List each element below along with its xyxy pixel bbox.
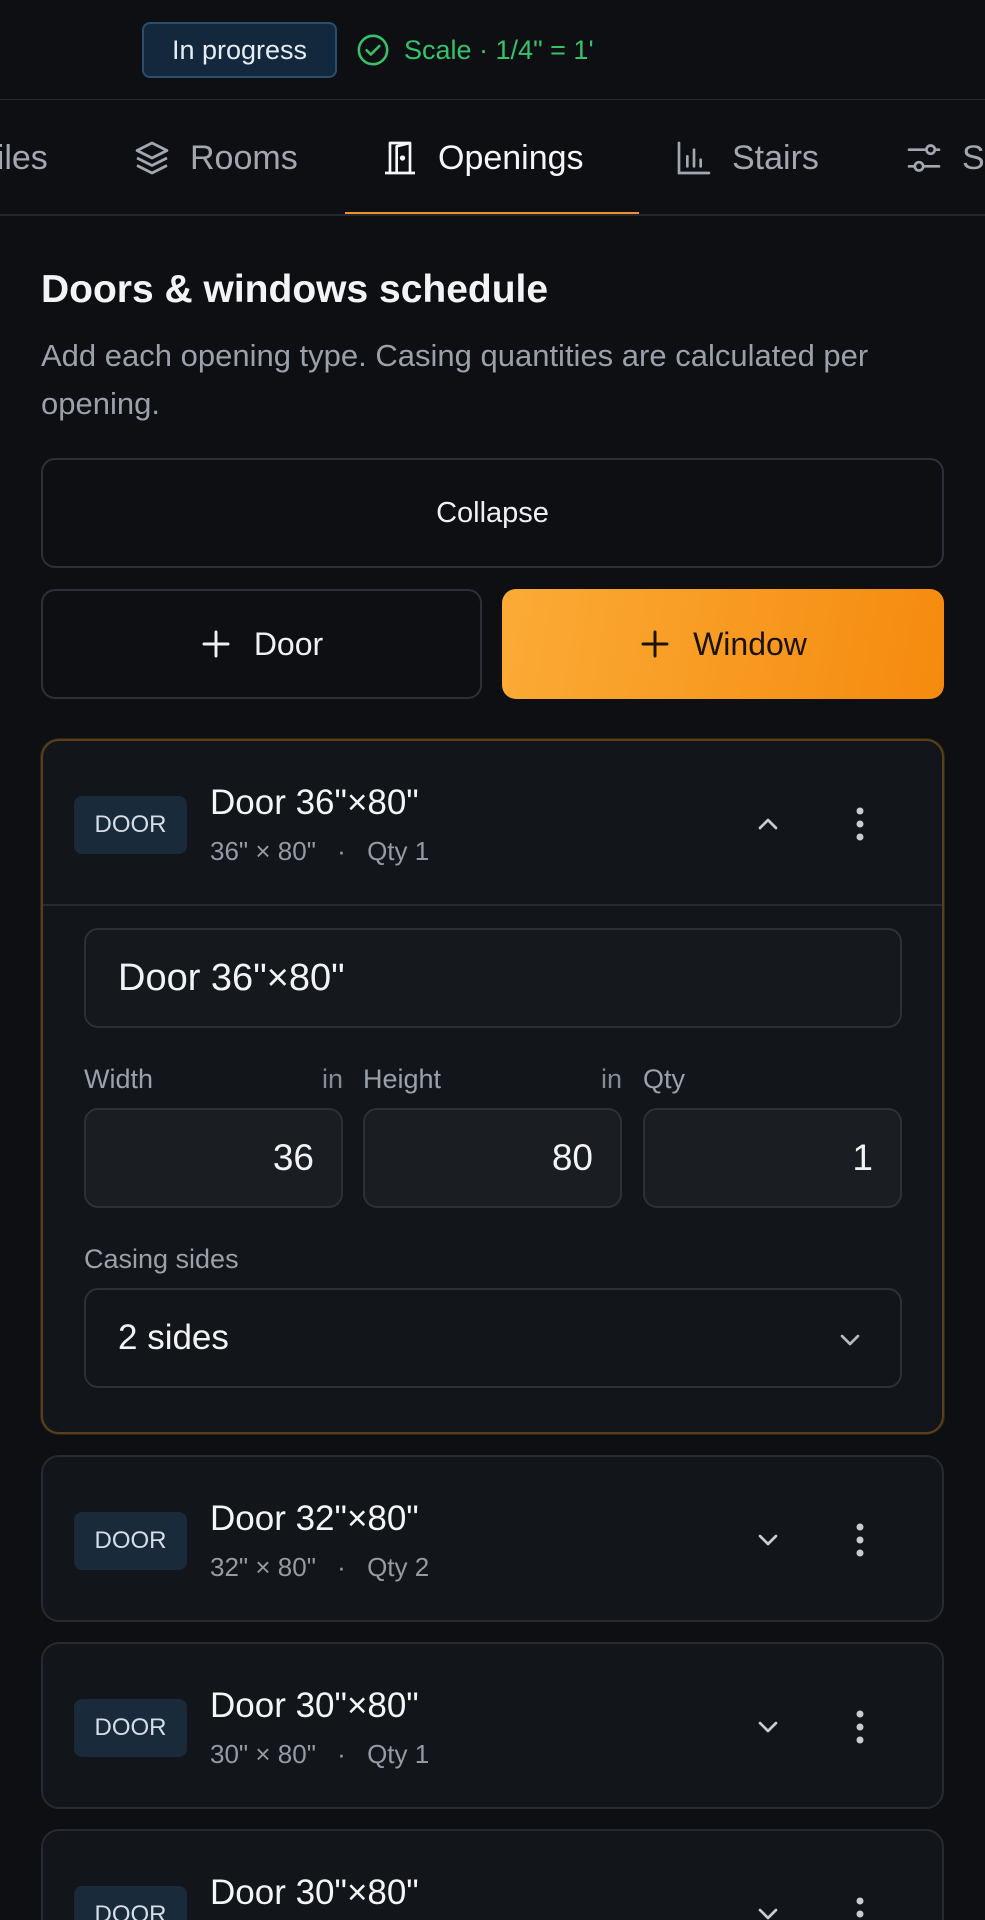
opening-name-input[interactable]: Door 36"×80" xyxy=(84,928,902,1028)
status-bar: In progress Scale · 1/4" = 1' xyxy=(0,0,985,100)
collapse-card-button[interactable] xyxy=(743,799,793,849)
tab-label: Stairs xyxy=(732,138,819,177)
more-options-button[interactable] xyxy=(835,1515,885,1565)
scale-label: Scale · 1/4" = 1' xyxy=(404,34,594,65)
door-icon xyxy=(385,141,415,175)
more-vertical-icon xyxy=(856,1523,864,1557)
opening-card: DOOR Door 30"×80" xyxy=(41,1829,944,1920)
tab-label: Rooms xyxy=(190,138,298,177)
more-vertical-icon xyxy=(856,1897,864,1918)
casing-sides-label: Casing sides xyxy=(84,1244,239,1274)
more-options-button[interactable] xyxy=(835,1702,885,1752)
card-header[interactable]: DOOR Door 30"×80" xyxy=(43,1831,942,1920)
tab-label: Settings xyxy=(962,138,985,177)
card-qty: Qty 1 xyxy=(367,1739,430,1769)
casing-sides-select[interactable]: 2 sides xyxy=(84,1288,902,1388)
chevron-down-icon xyxy=(758,1908,778,1920)
app-page: In progress Scale · 1/4" = 1' Files Room… xyxy=(0,0,985,1920)
section-description: Add each opening type. Casing quantities… xyxy=(41,338,869,421)
check-circle-icon xyxy=(357,34,389,66)
add-window-button[interactable]: Window xyxy=(502,589,944,699)
tab-files[interactable]: Files xyxy=(0,100,48,214)
chevron-down-icon xyxy=(758,1534,778,1546)
card-subtitle: 32" × 80" · Qty 2 xyxy=(210,1552,429,1583)
layers-icon xyxy=(135,141,169,175)
qty-input[interactable]: 1 xyxy=(643,1108,902,1208)
card-title: Door 32"×80" xyxy=(210,1499,419,1538)
card-header[interactable]: DOOR Door 36"×80" 36" × 80" · Qty 1 xyxy=(43,741,942,904)
scale-indicator: Scale · 1/4" = 1' xyxy=(356,22,594,78)
plus-icon xyxy=(202,630,230,658)
card-qty: Qty 2 xyxy=(367,1552,430,1582)
height-label: Height xyxy=(363,1064,442,1094)
chevron-down-icon xyxy=(840,1334,860,1346)
card-title: Door 36"×80" xyxy=(210,783,419,822)
casing-sides-value: 2 sides xyxy=(118,1318,229,1357)
more-vertical-icon xyxy=(856,1710,864,1744)
section-title: Doors & windows schedule xyxy=(41,268,549,311)
type-badge: DOOR xyxy=(74,1512,187,1570)
active-tab-indicator xyxy=(345,212,639,214)
more-options-button[interactable] xyxy=(835,1889,885,1920)
status-badge[interactable]: In progress xyxy=(142,22,337,78)
card-header[interactable]: DOOR Door 32"×80" 32" × 80" · Qty 2 xyxy=(43,1457,942,1620)
collapse-button[interactable]: Collapse xyxy=(41,458,944,568)
tab-stairs[interactable]: Stairs xyxy=(674,100,819,214)
separator-dot: · xyxy=(337,1739,346,1769)
expand-card-button[interactable] xyxy=(743,1702,793,1752)
separator-dot: · xyxy=(337,836,346,866)
separator-dot: · xyxy=(337,1552,346,1582)
height-input[interactable]: 80 xyxy=(363,1108,622,1208)
tab-label: Files xyxy=(0,138,48,177)
card-dimensions: 36" × 80" xyxy=(210,836,316,866)
plus-icon xyxy=(641,630,669,658)
card-dimensions: 30" × 80" xyxy=(210,1739,316,1769)
tab-settings[interactable]: Settings xyxy=(904,100,985,214)
bar-chart-icon xyxy=(677,141,711,175)
tab-bar: Files Rooms Openings Stairs Settings xyxy=(0,100,985,216)
expand-card-button[interactable] xyxy=(743,1515,793,1565)
collapse-label: Collapse xyxy=(436,496,549,529)
tab-openings[interactable]: Openings xyxy=(380,100,584,214)
opening-card: DOOR Door 36"×80" 36" × 80" · Qty 1 Door… xyxy=(41,739,944,1434)
opening-card: DOOR Door 30"×80" 30" × 80" · Qty 1 xyxy=(41,1642,944,1809)
width-unit: in xyxy=(322,1064,344,1094)
card-title: Door 30"×80" xyxy=(210,1686,419,1725)
card-subtitle: 36" × 80" · Qty 1 xyxy=(210,836,429,867)
add-window-label: Window xyxy=(693,625,807,662)
chevron-up-icon xyxy=(758,818,778,830)
add-door-label: Door xyxy=(253,625,324,662)
more-options-button[interactable] xyxy=(835,799,885,849)
tab-rooms[interactable]: Rooms xyxy=(132,100,298,214)
qty-label: Qty xyxy=(643,1064,686,1094)
height-unit: in xyxy=(601,1064,623,1094)
expand-card-button[interactable] xyxy=(743,1889,793,1920)
card-body: Door 36"×80" Width in Height in Qty 36 8… xyxy=(43,904,942,1432)
tab-label: Openings xyxy=(438,138,584,177)
type-badge: DOOR xyxy=(74,796,187,854)
card-subtitle: 30" × 80" · Qty 1 xyxy=(210,1739,429,1770)
add-door-button[interactable]: Door xyxy=(41,589,482,699)
card-qty: Qty 1 xyxy=(367,836,430,866)
type-badge: DOOR xyxy=(74,1886,187,1920)
opening-card: DOOR Door 32"×80" 32" × 80" · Qty 2 xyxy=(41,1455,944,1622)
type-badge: DOOR xyxy=(74,1699,187,1757)
card-dimensions: 32" × 80" xyxy=(210,1552,316,1582)
more-vertical-icon xyxy=(856,807,864,841)
width-input[interactable]: 36 xyxy=(84,1108,343,1208)
width-label: Width xyxy=(84,1064,154,1094)
card-title: Door 30"×80" xyxy=(210,1873,419,1912)
sliders-icon xyxy=(907,144,941,172)
chevron-down-icon xyxy=(758,1721,778,1733)
card-header[interactable]: DOOR Door 30"×80" 30" × 80" · Qty 1 xyxy=(43,1644,942,1807)
